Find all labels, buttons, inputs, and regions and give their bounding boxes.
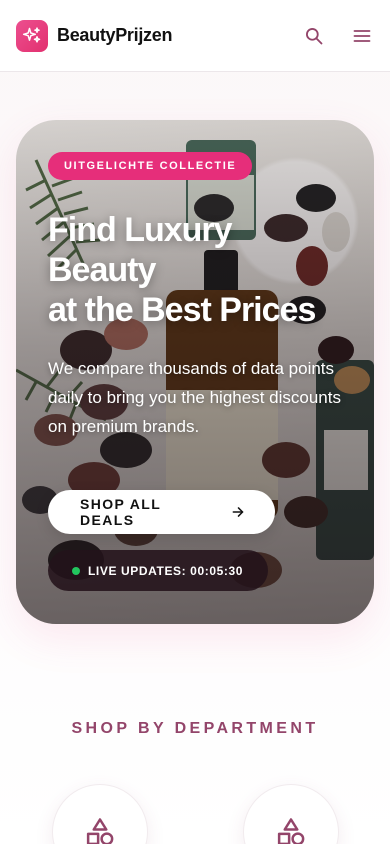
department-card[interactable]: [243, 784, 339, 844]
shop-all-deals-button[interactable]: SHOP ALL DEALS: [48, 490, 275, 534]
live-updates-label: LIVE UPDATES: 00:05:30: [88, 563, 244, 578]
hero-title-line: Find Luxury: [48, 211, 233, 249]
header-actions: [302, 24, 374, 48]
shapes-icon: [86, 818, 114, 844]
hero-title-line: at the Best Prices: [48, 291, 316, 329]
brand-name[interactable]: BeautyPrijzen: [57, 25, 172, 46]
sparkles-icon[interactable]: [16, 19, 48, 52]
top-header: BeautyPrijzen: [0, 0, 390, 72]
shop-by-department-title: SHOP BY DEPARTMENT: [71, 720, 319, 737]
featured-collection-badge: UITGELICHTE COLLECTIE: [48, 152, 253, 180]
shop-all-deals-label: SHOP ALL DEALS: [80, 496, 161, 528]
hero-title-line: Beauty: [48, 251, 156, 289]
hero-title: Find Luxury Beauty at the Best Prices: [48, 210, 348, 330]
shapes-icon: [277, 818, 305, 844]
hero-banner: UITGELICHTE COLLECTIE Find Luxury Beauty…: [16, 120, 374, 624]
arrow-right-icon: [232, 507, 244, 517]
menu-icon[interactable]: [350, 24, 374, 48]
live-updates-badge: LIVE UPDATES: 00:05:30: [48, 550, 268, 591]
live-status-dot: [72, 566, 80, 575]
department-card[interactable]: [52, 784, 148, 844]
hero-description: We compare thousands of data points dail…: [48, 359, 341, 436]
search-icon[interactable]: [302, 24, 326, 48]
